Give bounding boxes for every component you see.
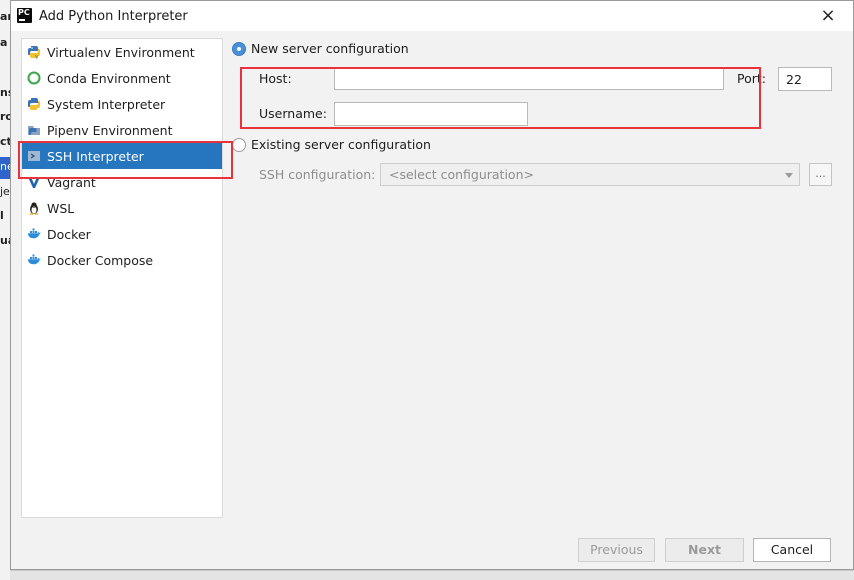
pycharm-app-icon: PC [17, 8, 32, 23]
port-input[interactable] [778, 67, 832, 91]
previous-button[interactable]: Previous [578, 538, 655, 562]
interpreter-type-list: v Virtualenv Environment Conda Environme… [21, 38, 223, 518]
background-text: ne [0, 160, 10, 173]
dialog-title: Add Python Interpreter [39, 9, 188, 24]
host-label: Host: [259, 71, 292, 86]
conda-icon [27, 71, 41, 85]
existing-server-radio[interactable] [232, 138, 246, 152]
close-button[interactable]: × [817, 5, 839, 27]
sidebar-item-label: SSH Interpreter [47, 148, 144, 164]
sidebar-item-system-interpreter[interactable]: System Interpreter [22, 91, 222, 117]
add-python-interpreter-dialog: PC Add Python Interpreter × v Virtualenv… [10, 0, 854, 570]
existing-server-label[interactable]: Existing server configuration [251, 137, 431, 152]
sidebar-item-label: Virtualenv Environment [47, 44, 195, 60]
background-text: l [0, 209, 4, 222]
background-text: je [0, 185, 10, 198]
next-button[interactable]: Next [665, 538, 744, 562]
python-icon [27, 97, 41, 111]
new-server-radio[interactable] [232, 42, 246, 56]
sidebar-item-label: WSL [47, 200, 75, 216]
linux-penguin-icon [27, 201, 41, 215]
background-text: ar [0, 10, 10, 23]
sidebar-item-conda[interactable]: Conda Environment [22, 65, 222, 91]
sidebar-item-label: Vagrant [47, 174, 96, 190]
app-icon-text: PC [18, 8, 30, 17]
vagrant-icon [27, 175, 41, 189]
background-text: ns [0, 86, 10, 99]
ssh-terminal-icon [27, 149, 41, 163]
sidebar-item-virtualenv[interactable]: v Virtualenv Environment [22, 39, 222, 65]
pipenv-icon [27, 123, 41, 137]
ssh-configuration-label: SSH configuration: [259, 167, 376, 182]
sidebar-item-label: Pipenv Environment [47, 122, 173, 138]
svg-text:v: v [35, 54, 39, 60]
dialog-titlebar: PC Add Python Interpreter × [11, 1, 853, 31]
python-icon: v [27, 45, 41, 59]
chevron-down-icon [785, 173, 793, 178]
sidebar-item-label: Docker [47, 226, 91, 242]
port-label: Port: [737, 71, 766, 86]
sidebar-item-label: Conda Environment [47, 70, 171, 86]
username-label: Username: [259, 106, 327, 121]
sidebar-item-label: System Interpreter [47, 96, 166, 112]
browse-button[interactable]: ... [809, 163, 832, 186]
sidebar-item-docker-compose[interactable]: Docker Compose [22, 247, 222, 273]
username-input[interactable] [334, 102, 528, 126]
new-server-label[interactable]: New server configuration [251, 41, 409, 56]
sidebar-item-label: Docker Compose [47, 252, 154, 268]
background-window: ar a ns ro ct ne je l ua [0, 0, 10, 579]
background-text: a [0, 36, 8, 49]
background-text: ua [0, 234, 10, 247]
docker-icon [27, 227, 41, 241]
sidebar-item-docker[interactable]: Docker [22, 221, 222, 247]
docker-icon [27, 253, 41, 267]
cancel-button[interactable]: Cancel [753, 538, 831, 562]
background-text: ro [0, 110, 10, 123]
host-input[interactable] [334, 68, 724, 90]
sidebar-item-ssh-interpreter[interactable]: SSH Interpreter [22, 143, 222, 169]
background-text: ct [0, 135, 10, 148]
ssh-configuration-select[interactable]: <select configuration> [380, 163, 800, 186]
sidebar-item-wsl[interactable]: WSL [22, 195, 222, 221]
ssh-configuration-value: <select configuration> [389, 167, 534, 182]
sidebar-item-pipenv[interactable]: Pipenv Environment [22, 117, 222, 143]
sidebar-item-vagrant[interactable]: Vagrant [22, 169, 222, 195]
